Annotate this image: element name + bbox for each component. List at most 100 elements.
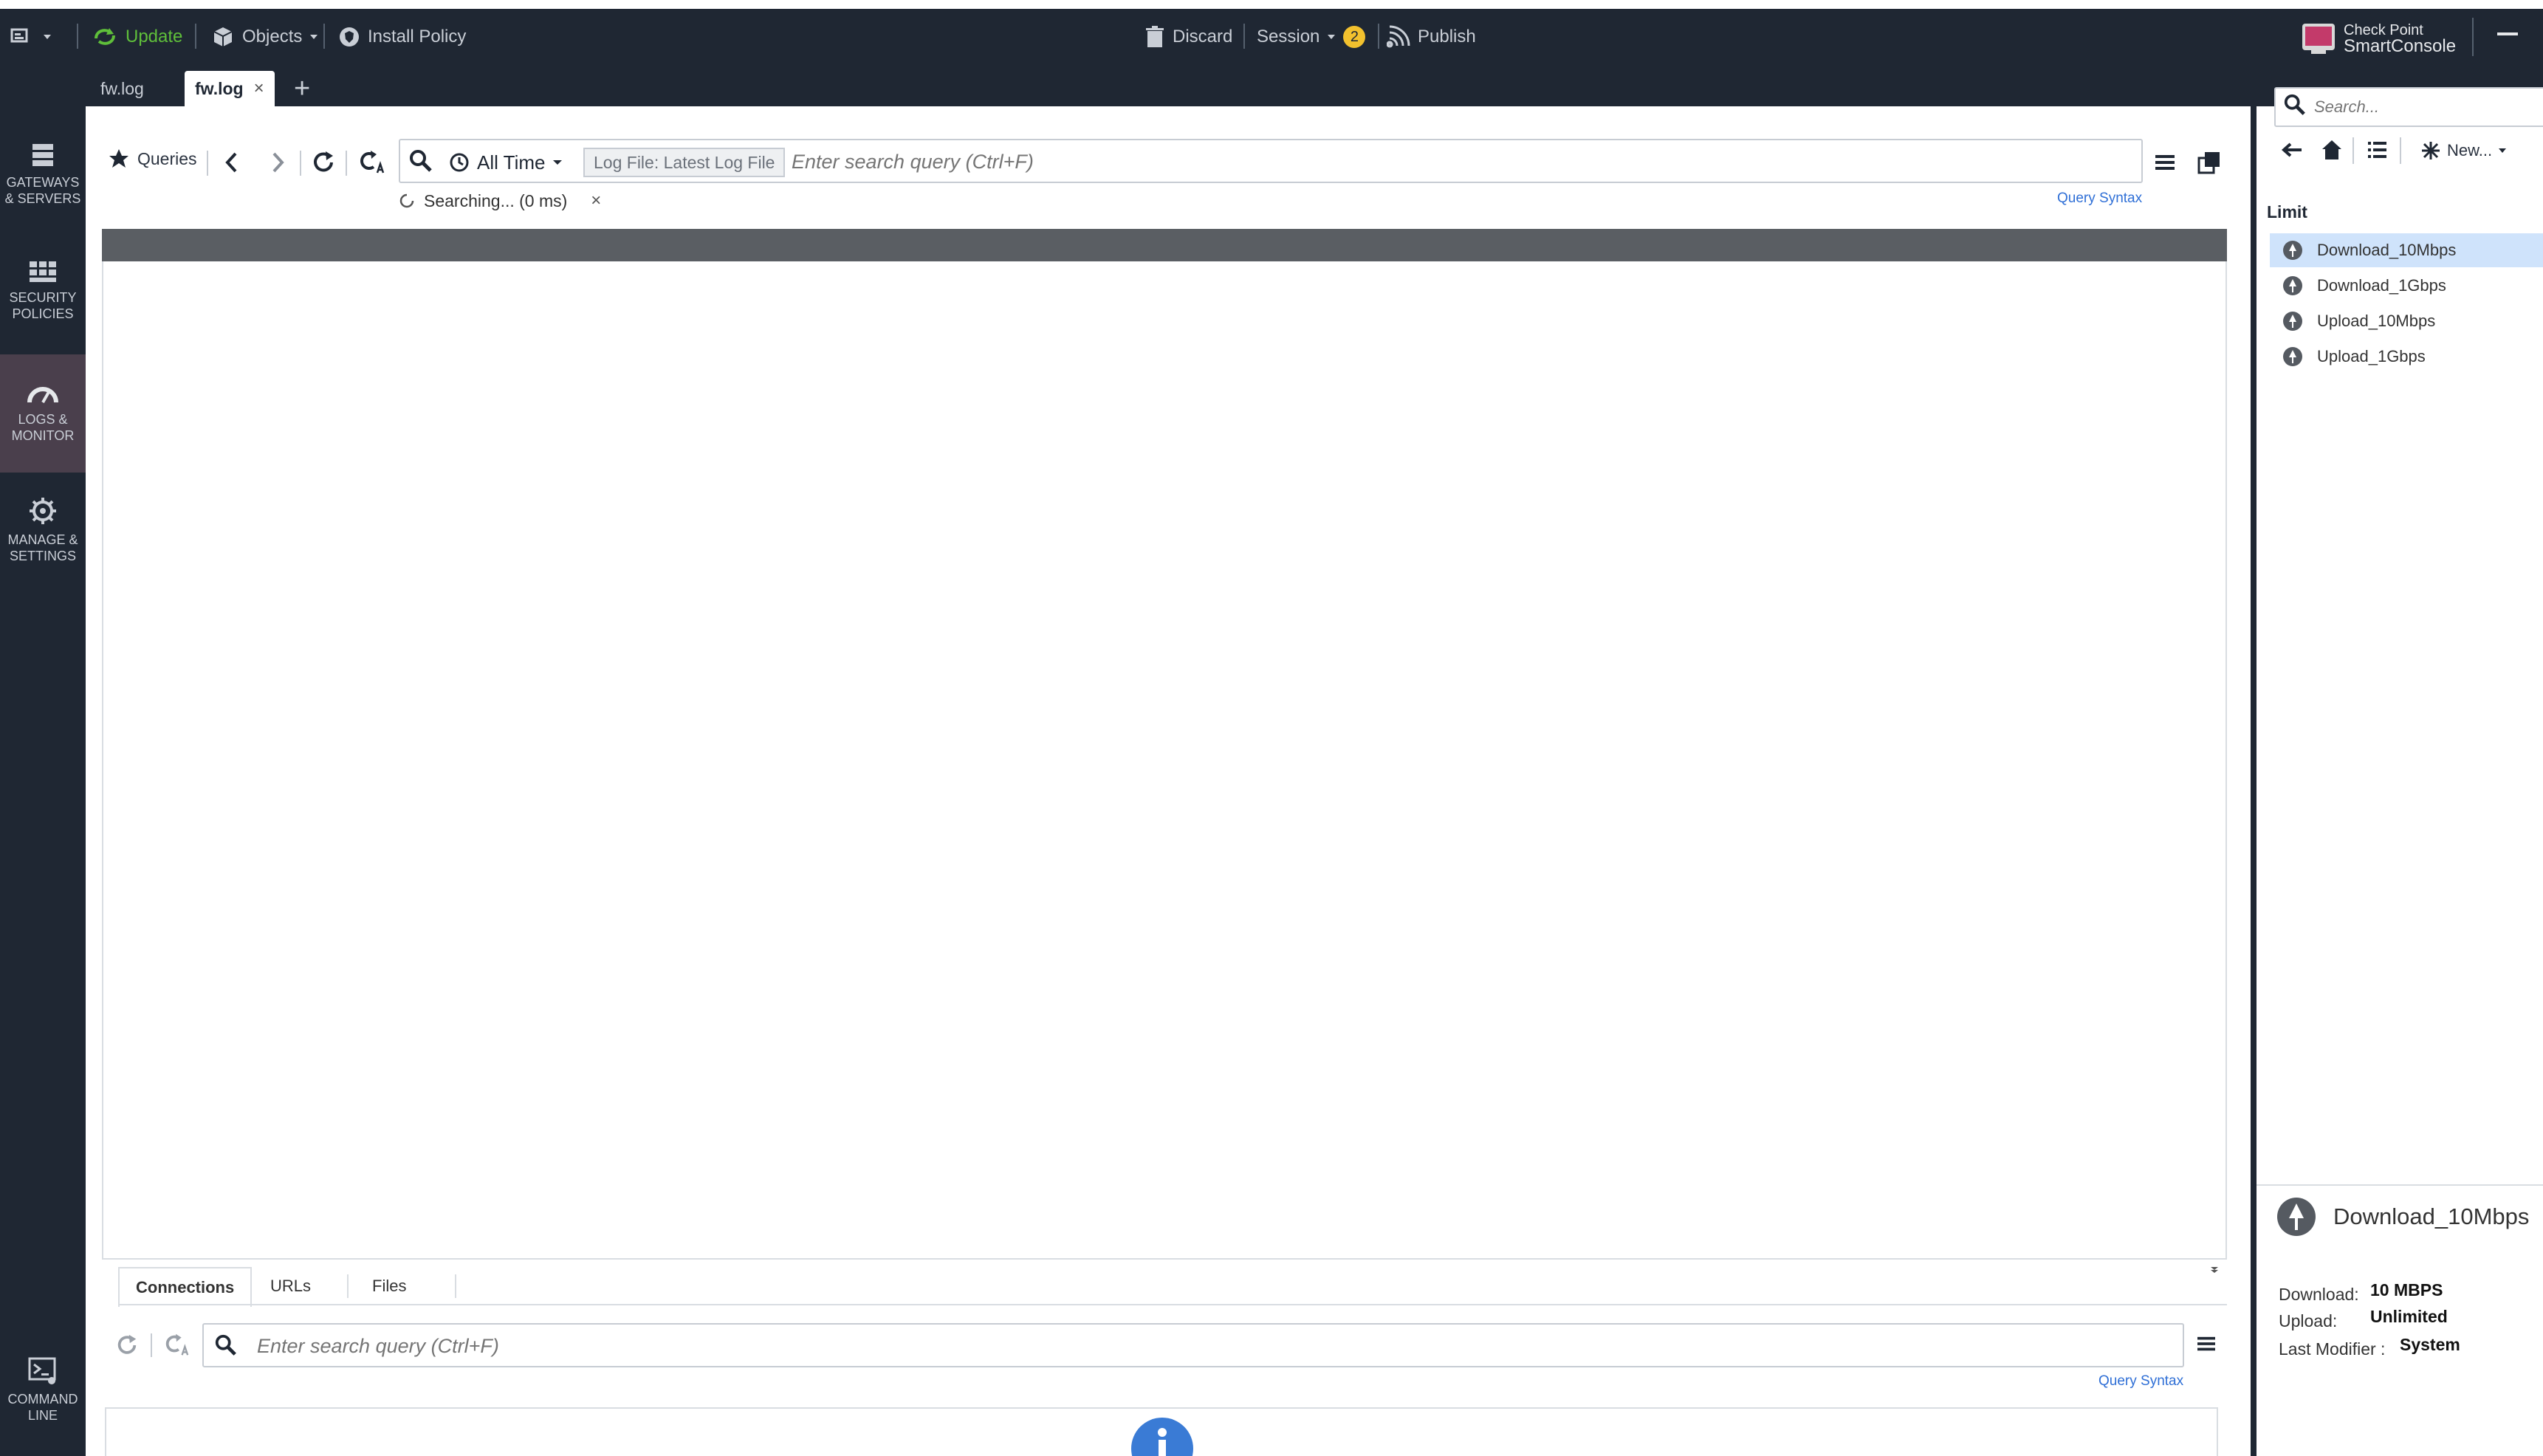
nav-label: LINE [27,1408,58,1423]
upload-value: Unlimited [2370,1307,2448,1326]
time-filter-label: All Time [477,151,546,174]
tab-fw-log-1[interactable]: fw.log [100,71,144,106]
bottom-query-syntax-link[interactable]: Query Syntax [2098,1373,2183,1390]
bottom-search-input[interactable] [255,1329,2163,1363]
queries-button[interactable]: Queries [108,148,197,170]
app-menu-button[interactable] [10,16,52,58]
searching-status-text: Searching... (0 ms) [424,190,568,210]
tab-connections[interactable]: Connections [118,1267,253,1307]
refresh-button[interactable] [309,148,338,177]
session-label: Session [1257,27,1320,47]
install-policy-shield-icon [340,27,359,47]
limit-gauge-icon [2283,276,2302,295]
tab-fw-log-2[interactable]: fw.log × [185,71,275,106]
nav-security-policies[interactable]: SECURITY POLICIES [0,260,86,341]
nav-logs-monitor[interactable]: LOGS & MONITOR [0,354,86,473]
search-icon [410,150,432,172]
minimize-window-button[interactable] [2497,32,2518,35]
bottom-auto-refresh-button[interactable] [161,1329,192,1360]
tab-close-icon[interactable]: × [254,78,264,99]
nav-label: GATEWAYS [6,175,80,190]
auto-refresh-button[interactable] [356,146,387,177]
toolbar-separator [1378,24,1379,49]
tab-urls[interactable]: URLs [270,1267,311,1305]
chevron-right-icon [272,152,284,173]
chevron-down-icon [1328,35,1336,39]
bottom-search-button[interactable] [210,1329,242,1361]
results-grid [102,261,2227,1258]
columns-menu-button[interactable] [2149,148,2181,177]
forward-button[interactable] [264,148,291,177]
add-tab-button[interactable]: + [294,71,310,106]
tab-label: Connections [136,1278,235,1297]
update-button[interactable]: Update [92,16,182,58]
update-icon [95,28,115,45]
limit-item-download-1gbps[interactable]: Download_1Gbps [2270,269,2543,303]
checkpoint-logo-icon [2302,24,2335,54]
log-search-input[interactable] [790,145,2122,179]
new-window-icon [2197,152,2220,174]
toolbar-separator [151,1333,152,1357]
limit-item-label: Download_10Mbps [2317,241,2457,259]
publish-button[interactable]: Publish [1387,16,1476,58]
nav-manage-settings[interactable]: MANAGE & SETTINGS [0,496,86,577]
limit-item-label: Upload_10Mbps [2317,312,2436,330]
toolbar-separator [323,24,325,49]
limit-item-download-10mbps[interactable]: Download_10Mbps [2270,233,2543,267]
back-button[interactable] [219,148,245,177]
gauge-icon [27,387,58,403]
discard-button[interactable]: Discard [1144,16,1232,58]
tab-label: URLs [270,1277,312,1295]
limit-item-label: Upload_1Gbps [2317,347,2426,365]
tab-label: fw.log [100,78,144,98]
brand-line2: SmartConsole [2344,36,2457,56]
auto-refresh-icon [360,151,385,174]
list-view-button[interactable] [2363,134,2392,165]
object-detail-header: Download_10Mbps [2274,1195,2529,1239]
limit-item-upload-1gbps[interactable]: Upload_1Gbps [2270,340,2543,374]
detail-divider [2257,1184,2543,1186]
bottom-refresh-button[interactable] [112,1330,142,1360]
nav-gateways-servers[interactable]: GATEWAYS & SERVERS [0,142,86,223]
nav-label: & SERVERS [4,191,81,206]
new-object-button[interactable]: New... [2420,137,2507,164]
limit-gauge-icon [2283,347,2302,366]
toolbar-separator [207,151,208,176]
object-home-button[interactable] [2319,134,2345,165]
last-modifier-value: System [2400,1335,2460,1354]
brand-logo: Check Point SmartConsole [2301,22,2456,55]
nav-label: SETTINGS [9,549,76,563]
chevron-down-icon [553,160,563,165]
collapse-pane-icon[interactable] [2209,1264,2220,1274]
toolbar-separator [2472,18,2474,56]
upload-label: Upload: [2279,1311,2338,1330]
nav-label: POLICIES [12,306,74,321]
objects-menu-button[interactable]: Objects [211,16,318,58]
download-label: Download: [2279,1285,2359,1304]
trash-icon [1146,26,1164,47]
right-panel-divider [2251,71,2257,1456]
object-search-input[interactable] [2313,93,2537,121]
limit-gauge-icon [2283,241,2302,260]
subtab-underline [118,1304,2227,1305]
query-syntax-link[interactable]: Query Syntax [2057,190,2142,207]
object-detail-title: Download_10Mbps [2333,1203,2530,1229]
limit-item-upload-10mbps[interactable]: Upload_10Mbps [2270,304,2543,338]
search-button[interactable] [405,145,437,177]
open-in-new-window-button[interactable] [2193,148,2225,177]
tab-files[interactable]: Files [372,1267,406,1305]
clock-icon [450,153,469,172]
log-file-filter-tag[interactable]: Log File: Latest Log File [583,148,786,177]
install-policy-button[interactable]: Install Policy [338,16,466,58]
time-filter-dropdown[interactable]: All Time [449,148,563,177]
limit-section-title: Limit [2267,202,2307,222]
nav-command-line[interactable]: COMMAND LINE [0,1357,86,1438]
cancel-search-icon[interactable]: × [591,190,601,211]
list-view-icon [2368,142,2386,158]
session-menu-button[interactable]: Session 2 [1257,16,1366,58]
objects-cube-icon [213,27,233,47]
discard-label: Discard [1173,27,1233,47]
object-back-button[interactable] [2279,134,2305,165]
publish-label: Publish [1418,27,1476,47]
bottom-columns-menu-button[interactable] [2190,1329,2223,1359]
